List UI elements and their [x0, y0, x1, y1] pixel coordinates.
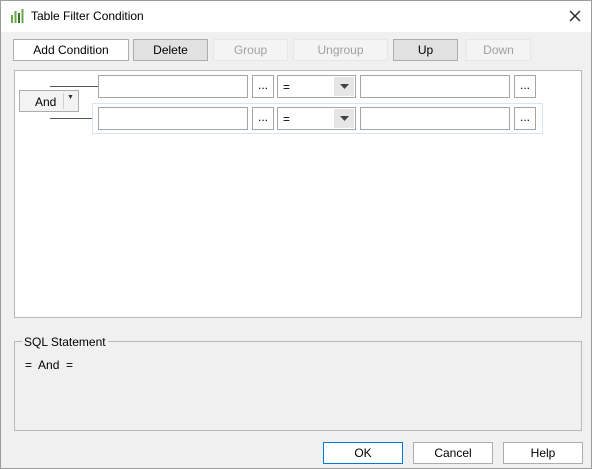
- sql-statement-label: SQL Statement: [22, 335, 108, 349]
- close-button[interactable]: [561, 4, 589, 28]
- close-icon: [569, 10, 581, 22]
- ok-button[interactable]: OK: [323, 442, 403, 464]
- ungroup-button[interactable]: Ungroup: [293, 39, 388, 61]
- cancel-button[interactable]: Cancel: [413, 442, 493, 464]
- chevron-down-icon: [334, 109, 354, 128]
- table-filter-dialog: Table Filter Condition Add Condition Del…: [0, 0, 592, 469]
- title-bar: Table Filter Condition: [1, 1, 591, 32]
- group-button[interactable]: Group: [213, 39, 288, 61]
- right-browse-button[interactable]: ...: [514, 107, 536, 130]
- right-operand-field[interactable]: [360, 107, 510, 130]
- right-browse-button[interactable]: ...: [514, 75, 536, 98]
- left-browse-button[interactable]: ...: [252, 75, 274, 98]
- help-button[interactable]: Help: [503, 442, 583, 464]
- window-title: Table Filter Condition: [31, 9, 144, 23]
- left-operand-field[interactable]: [98, 107, 248, 130]
- sql-statement-group: [14, 341, 582, 431]
- operator-value: =: [283, 80, 291, 94]
- delete-button[interactable]: Delete: [133, 39, 208, 61]
- operator-select[interactable]: =: [277, 107, 356, 130]
- logic-operator-label: And: [35, 95, 57, 109]
- condition-tree-panel: And ▼ ... = ... ... = ...: [14, 70, 582, 318]
- left-operand-field[interactable]: [98, 75, 248, 98]
- add-condition-button[interactable]: Add Condition: [13, 39, 129, 61]
- connector-line: [50, 118, 92, 119]
- operator-select[interactable]: =: [277, 75, 356, 98]
- operator-value: =: [283, 112, 291, 126]
- chevron-down-icon: ▼: [67, 94, 74, 101]
- connector-line: [50, 86, 98, 87]
- bar-chart-icon: [11, 9, 24, 23]
- dropdown-separator: [63, 93, 64, 109]
- down-button[interactable]: Down: [466, 39, 531, 61]
- left-browse-button[interactable]: ...: [252, 107, 274, 130]
- right-operand-field[interactable]: [360, 75, 510, 98]
- chevron-down-icon: [334, 77, 354, 96]
- sql-statement-text: = And =: [25, 358, 74, 372]
- logic-operator-dropdown[interactable]: And ▼: [19, 90, 79, 112]
- up-button[interactable]: Up: [393, 39, 458, 61]
